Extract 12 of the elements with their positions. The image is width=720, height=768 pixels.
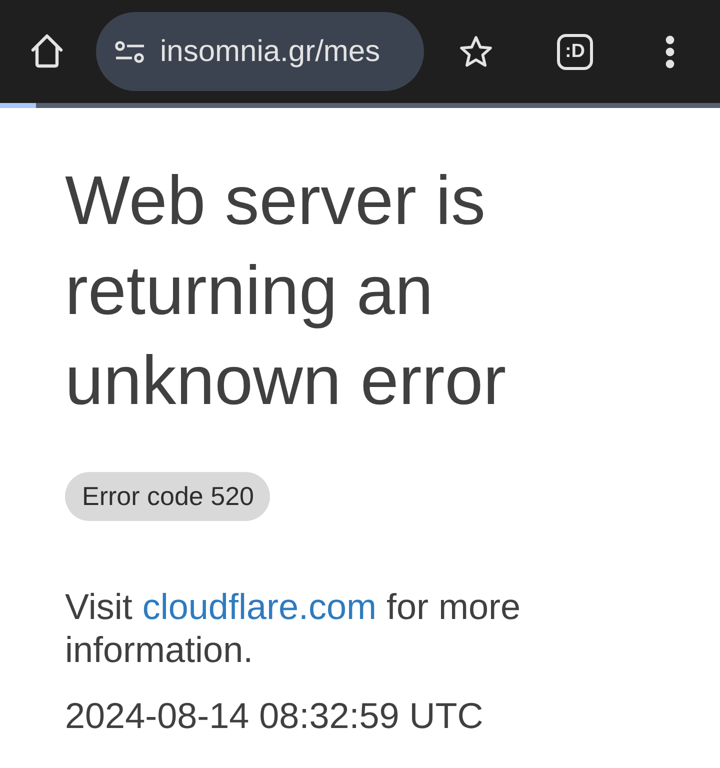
site-settings-icon[interactable]: [115, 40, 145, 62]
address-bar[interactable]: insomnia.gr/mes: [96, 12, 424, 91]
url-text: insomnia.gr/mes: [160, 34, 380, 70]
cloudflare-link[interactable]: cloudflare.com: [142, 586, 376, 627]
tab-switcher-button[interactable]: :D: [557, 34, 593, 70]
star-icon[interactable]: [459, 35, 493, 68]
page-heading: Web server is returning an unknown error: [65, 161, 508, 421]
info-message: Visit cloudflare.com for more information.: [65, 585, 522, 671]
more-menu-icon[interactable]: [665, 34, 675, 68]
error-code-badge: Error code 520: [65, 472, 270, 521]
timestamp-text: 2024-08-14 08:32:59 UTC: [65, 694, 484, 737]
home-icon[interactable]: [30, 32, 64, 68]
